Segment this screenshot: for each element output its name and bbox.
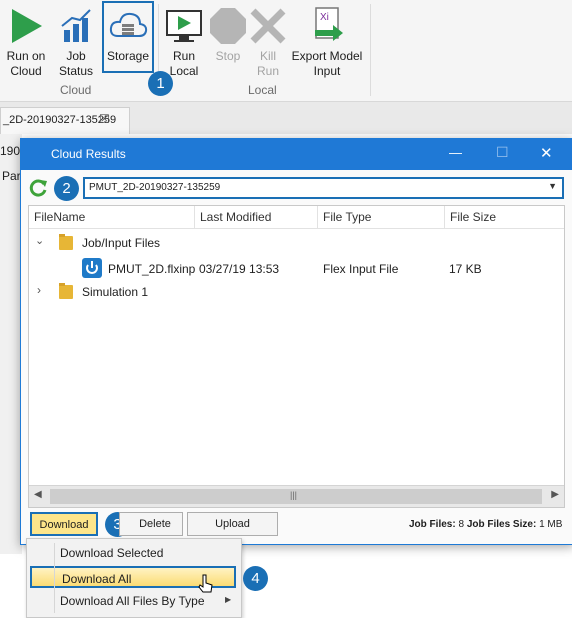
job-files-value: 8 <box>458 519 465 530</box>
scroll-right-icon[interactable]: ▶ <box>551 489 559 500</box>
cloud-group-label: Cloud <box>60 83 92 97</box>
job-status-button[interactable]: Job Status <box>54 0 98 82</box>
tree-row-folder[interactable]: ⌄ Job/Input Files <box>29 233 564 253</box>
local-group-label: Local <box>248 83 277 97</box>
chevron-down-icon[interactable]: ⌄ <box>35 234 44 247</box>
job-select-dropdown[interactable]: PMUT_2D-20190327-135259 ▼ <box>83 177 564 199</box>
scrollbar-grip: ||| <box>290 490 298 500</box>
file-name: PMUT_2D.flxinp <box>108 262 196 276</box>
column-header-file-size[interactable]: File Size <box>445 206 564 228</box>
grid-header: FileName Last Modified File Type File Si… <box>29 206 564 229</box>
stop-icon <box>210 8 246 44</box>
export-icon: Xi <box>315 7 343 41</box>
job-files-size-value: 1 MB <box>539 519 563 530</box>
file-size: 17 KB <box>449 262 482 276</box>
file-type: Flex Input File <box>323 262 399 276</box>
maximize-icon[interactable]: ☐ <box>496 144 509 161</box>
job-files-size-label: Job Files Size: <box>466 519 537 530</box>
run-local-button[interactable]: Run Local <box>162 0 206 82</box>
chevron-right-icon[interactable]: › <box>37 283 41 297</box>
submenu-arrow-icon: ▶ <box>225 595 232 604</box>
folder-icon <box>59 283 73 299</box>
file-last-modified: 03/27/19 13:53 <box>199 262 280 276</box>
background-panel: 190 Par <box>0 134 22 554</box>
ribbon-toolbar: Run on Cloud Job Status Storage Cloud Ru… <box>0 0 572 102</box>
kill-x-icon <box>250 8 286 44</box>
horizontal-scrollbar[interactable]: ◀ ||| ▶ <box>29 485 564 507</box>
group-separator <box>370 4 371 96</box>
column-header-filename[interactable]: FileName <box>29 206 195 228</box>
svg-text:Xi: Xi <box>320 12 329 23</box>
job-files-status: Job Files: 8 Job Files Size: 1 MB <box>409 519 562 530</box>
minimize-icon[interactable]: — <box>449 145 462 160</box>
scrollbar-thumb[interactable]: ||| <box>50 489 542 504</box>
document-tab[interactable]: _2D-20190327-135259 ☒ <box>0 107 130 134</box>
upload-button[interactable]: Upload <box>187 512 278 536</box>
cloud-results-dialog: Cloud Results — ☐ ✕ 2 PMUT_2D-20190327-1… <box>20 138 572 545</box>
run-local-icon <box>166 10 202 42</box>
menu-gutter-divider <box>54 543 55 613</box>
play-icon <box>12 9 42 43</box>
run-on-cloud-label: Run on Cloud <box>6 49 46 78</box>
close-tab-icon[interactable]: ☒ <box>99 112 110 126</box>
export-model-input-button[interactable]: Xi Export Model Input <box>288 0 366 82</box>
folder-icon <box>59 234 73 250</box>
delete-button[interactable]: Delete <box>119 512 183 536</box>
callout-2: 2 <box>54 176 79 201</box>
file-list-grid: FileName Last Modified File Type File Si… <box>28 205 565 508</box>
job-select-value: PMUT_2D-20190327-135259 <box>89 182 221 193</box>
storage-highlight-box <box>102 1 154 73</box>
scroll-left-icon[interactable]: ◀ <box>34 489 42 500</box>
kill-run-button[interactable]: Kill Run <box>246 0 290 82</box>
bar-chart-icon <box>61 9 91 42</box>
close-icon[interactable]: ✕ <box>540 144 553 162</box>
export-model-input-label: Export Model Input <box>291 49 363 78</box>
dialog-titlebar[interactable]: Cloud Results — ☐ ✕ <box>21 139 572 170</box>
callout-4: 4 <box>243 566 268 591</box>
menu-item-download-selected[interactable]: Download Selected <box>30 542 236 564</box>
folder-name: Simulation 1 <box>82 285 149 299</box>
stop-button[interactable]: Stop <box>206 0 250 82</box>
background-text: 190 <box>0 144 21 158</box>
job-files-label: Job Files: <box>409 519 456 530</box>
column-header-last-modified[interactable]: Last Modified <box>195 206 318 228</box>
run-on-cloud-button[interactable]: Run on Cloud <box>0 0 52 82</box>
stop-label: Stop <box>215 49 241 63</box>
mouse-cursor-icon <box>198 574 213 593</box>
column-header-file-type[interactable]: File Type <box>318 206 445 228</box>
download-button[interactable]: Download <box>30 512 98 536</box>
dialog-title: Cloud Results <box>51 147 126 161</box>
folder-name: Job/Input Files <box>82 236 161 250</box>
chevron-down-icon: ▼ <box>548 181 557 191</box>
table-row[interactable]: PMUT_2D.flxinp 03/27/19 13:53 Flex Input… <box>29 257 564 279</box>
background-text: Par <box>2 169 21 183</box>
callout-1: 1 <box>148 71 173 96</box>
tree-row-folder[interactable]: › Simulation 1 <box>29 282 564 302</box>
flex-file-icon <box>82 258 102 278</box>
refresh-icon[interactable] <box>29 178 49 198</box>
kill-run-label: Kill Run <box>256 49 279 78</box>
job-status-label: Job Status <box>58 49 94 78</box>
